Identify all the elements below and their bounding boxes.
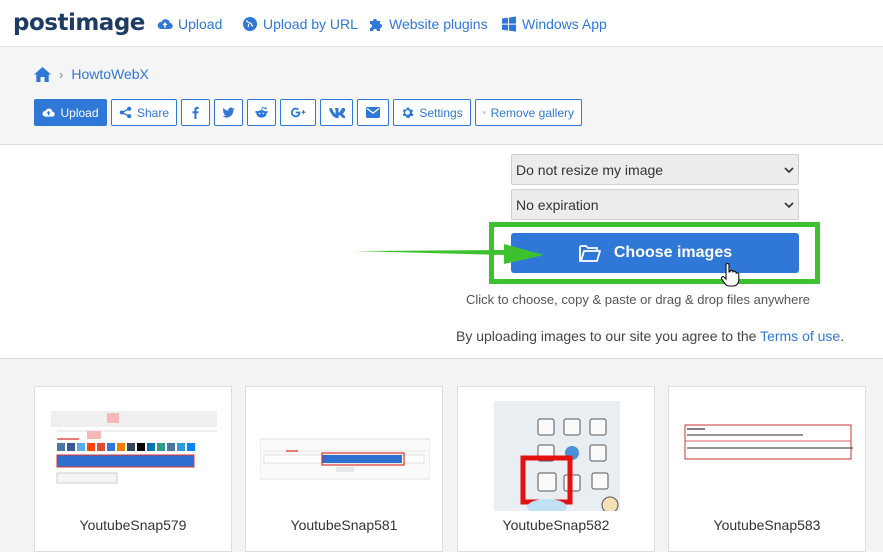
email-button[interactable] — [357, 99, 389, 126]
resize-select[interactable]: Do not resize my image — [511, 154, 799, 185]
site-logo[interactable]: postimage — [13, 10, 145, 36]
terms-link[interactable]: Terms of use — [760, 328, 840, 344]
gear-icon — [403, 107, 414, 118]
trash-icon — [483, 111, 486, 114]
facebook-button[interactable] — [181, 99, 210, 126]
chevron-down-icon — [784, 166, 794, 173]
cloud-upload-icon — [43, 108, 56, 117]
gallery-toolbar: Upload Share Settings Remove gallery — [34, 99, 582, 126]
vk-button[interactable] — [320, 99, 353, 126]
expiration-select[interactable]: No expiration — [511, 189, 799, 220]
upload-hint: Click to choose, copy & paste or drag & … — [466, 292, 810, 307]
share-button[interactable]: Share — [111, 99, 177, 126]
settings-button[interactable]: Settings — [393, 99, 471, 126]
nav-upload-by-url[interactable]: Upload by URL — [242, 16, 358, 32]
facebook-icon — [192, 106, 199, 119]
reddit-button[interactable] — [247, 99, 276, 126]
twitter-button[interactable] — [214, 99, 243, 126]
globe-icon — [243, 17, 257, 31]
vk-icon — [328, 107, 345, 118]
green-arrow-icon — [354, 244, 544, 264]
google-plus-icon — [290, 107, 305, 118]
home-icon[interactable] — [34, 66, 51, 82]
nav-windows-app[interactable]: Windows App — [501, 16, 607, 32]
windows-icon — [502, 16, 516, 32]
reddit-icon — [255, 106, 268, 118]
email-icon — [366, 107, 380, 118]
cloud-upload-icon — [157, 19, 173, 30]
gallery-card[interactable]: YoutubeSnap581 — [245, 386, 443, 552]
top-nav: postimage Upload Upload by URL Website p… — [0, 0, 883, 47]
thumbnail-image — [472, 401, 642, 511]
nav-upload-by-url-label: Upload by URL — [263, 16, 358, 32]
breadcrumb: › HowtoWebX — [34, 66, 149, 82]
thumbnail-caption: YoutubeSnap579 — [79, 517, 187, 533]
nav-windows-app-label: Windows App — [522, 16, 607, 32]
resize-select-value: Do not resize my image — [516, 161, 664, 178]
remove-gallery-button-label: Remove gallery — [490, 105, 574, 120]
terms-prefix: By uploading images to our site you agre… — [456, 328, 761, 344]
google-plus-button[interactable] — [280, 99, 316, 126]
share-button-label: Share — [136, 105, 169, 120]
nav-upload-label: Upload — [178, 16, 223, 32]
thumbnail-caption: YoutubeSnap582 — [502, 517, 610, 533]
gallery-card[interactable]: YoutubeSnap583 — [668, 386, 866, 552]
choose-images-label: Choose images — [613, 244, 733, 261]
twitter-icon — [222, 107, 235, 118]
share-icon — [119, 106, 132, 119]
thumbnail-caption: YoutubeSnap581 — [290, 517, 398, 533]
nav-website-plugins-label: Website plugins — [389, 16, 488, 32]
nav-website-plugins[interactable]: Website plugins — [368, 16, 488, 32]
nav-upload[interactable]: Upload — [157, 16, 222, 32]
header-band — [0, 47, 883, 145]
gallery-card[interactable]: YoutubeSnap582 — [457, 386, 655, 552]
hand-cursor-icon — [720, 263, 740, 287]
chevron-down-icon — [784, 201, 794, 208]
puzzle-icon — [370, 19, 382, 31]
choose-images-button[interactable]: Choose images — [511, 233, 799, 273]
upload-button[interactable]: Upload — [34, 99, 107, 126]
terms-notice: By uploading images to our site you agre… — [456, 328, 844, 344]
gallery-card[interactable]: YoutubeSnap579 — [34, 386, 232, 552]
chevron-right-icon: › — [59, 66, 64, 82]
settings-button-label: Settings — [419, 105, 463, 120]
folder-open-icon — [578, 245, 601, 262]
thumbnail-image — [49, 401, 219, 511]
thumbnail-caption: YoutubeSnap583 — [713, 517, 821, 533]
remove-gallery-button[interactable]: Remove gallery — [475, 99, 582, 126]
breadcrumb-current[interactable]: HowtoWebX — [71, 66, 149, 82]
upload-button-label: Upload — [60, 105, 99, 120]
thumbnail-image — [683, 401, 853, 511]
expiration-select-value: No expiration — [516, 196, 599, 213]
thumbnail-image — [260, 401, 430, 511]
terms-suffix: . — [840, 328, 845, 344]
